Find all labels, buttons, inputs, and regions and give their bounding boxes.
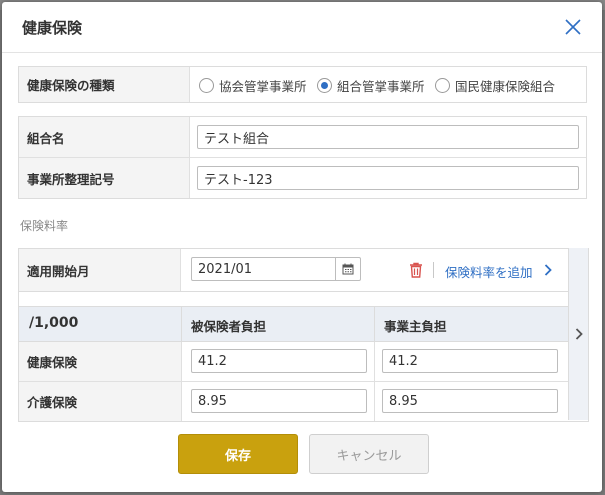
col-employer-header: 事業主負担 [384,319,447,334]
union-box: 組合名 テスト組合 事業所整理記号 テスト-123 [18,116,587,199]
cancel-button[interactable]: キャンセル [309,434,429,474]
radio-kyokai-dot[interactable] [199,78,214,93]
start-month-row: 適用開始月 2021/01 保険料率を追加 [19,249,588,292]
start-month-value: 2021/01 [198,261,253,277]
next-period-button[interactable] [568,248,588,420]
close-icon[interactable] [562,16,584,38]
start-month-input[interactable]: 2021/01 [191,257,361,281]
care-employer-input[interactable]: 8.95 [382,389,558,413]
union-name-label: 組合名 [19,117,190,157]
table-row: 健康保険 41.2 41.2 [19,342,568,382]
chevron-right-icon [575,328,583,340]
union-name-input[interactable]: テスト組合 [197,125,579,149]
radio-kokuho[interactable]: 国民健康保険組合 [435,76,555,95]
link-divider [433,262,434,278]
office-code-input[interactable]: テスト-123 [197,166,579,190]
chevron-right-icon[interactable] [544,264,552,276]
table-row: 介護保険 8.95 8.95 [19,382,568,421]
radio-kyokai[interactable]: 協会管掌事業所 [199,76,307,95]
dialog-title: 健康保険 [22,19,83,37]
rate-table: /1,000 被保険者負担 事業主負担 健康保険 41.2 41.2 介護保険 … [19,306,568,421]
radio-kumiai-label: 組合管掌事業所 [337,79,425,94]
radio-kumiai-dot[interactable] [317,78,332,93]
dialog-header: 健康保険 [2,2,602,53]
health-insured-input[interactable]: 41.2 [191,349,367,373]
radio-kokuho-label: 国民健康保険組合 [455,79,556,94]
health-employer-input[interactable]: 41.2 [382,349,558,373]
trash-icon[interactable] [409,262,423,278]
rates-section-label: 保険料率 [20,219,69,233]
col-divider-3 [374,342,375,381]
calendar-button[interactable] [335,258,360,280]
save-button[interactable]: 保存 [178,434,298,474]
office-code-row: 事業所整理記号 テスト-123 [19,158,586,198]
rates-panel: 適用開始月 2021/01 保険料率を追加 /1,000 被保険者負担 事業主負… [18,248,589,422]
col-insured-header: 被保険者負担 [191,319,267,334]
care-insured-input[interactable]: 8.95 [191,389,367,413]
row-label-care: 介護保険 [19,382,182,421]
row-label-health: 健康保険 [19,342,182,381]
insurance-type-label: 健康保険の種類 [19,67,190,102]
radio-kokuho-dot[interactable] [435,78,450,93]
add-rate-link[interactable]: 保険料率を追加 [445,262,533,281]
col-divider-4 [374,382,375,421]
radio-kyokai-label: 協会管掌事業所 [219,79,307,94]
start-month-label: 適用開始月 [19,249,181,291]
panel-gap [19,292,569,306]
union-name-row: 組合名 テスト組合 [19,117,586,158]
calendar-icon [342,263,354,275]
rate-table-header: /1,000 被保険者負担 事業主負担 [19,307,568,342]
radio-kumiai[interactable]: 組合管掌事業所 [317,76,425,95]
health-insurance-dialog: 健康保険 健康保険の種類 協会管掌事業所 組合管掌事業所 国民健康保険組合 組合… [2,2,602,492]
insurance-type-box: 健康保険の種類 協会管掌事業所 組合管掌事業所 国民健康保険組合 [18,66,587,103]
col-divider-1 [181,307,182,341]
unit-header: /1,000 [29,315,79,331]
col-divider-2 [374,307,375,341]
office-code-label: 事業所整理記号 [19,158,190,198]
